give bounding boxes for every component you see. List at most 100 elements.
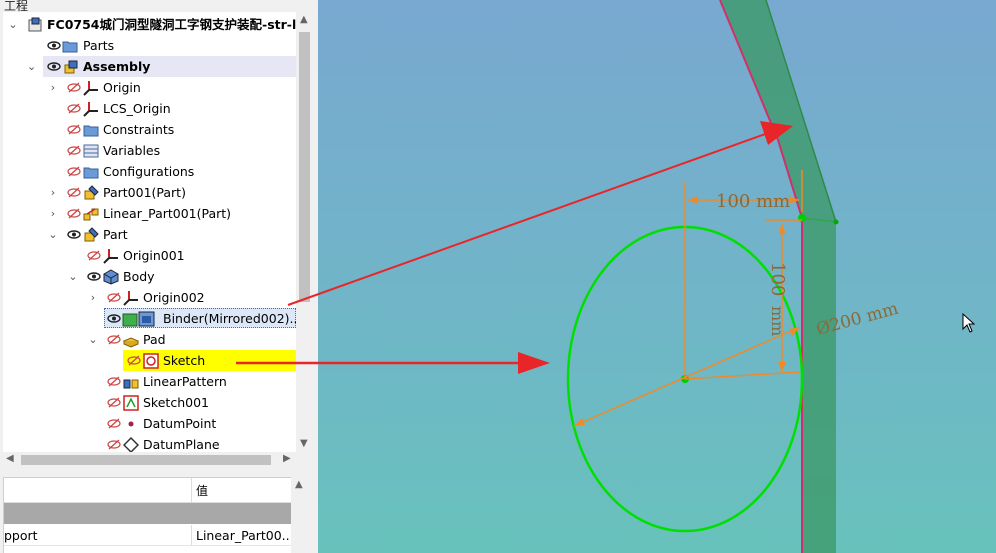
tree-item-label: Part001(Part) (103, 185, 186, 200)
chevron-right-icon[interactable]: › (47, 182, 59, 203)
datum-point-icon (128, 421, 134, 427)
tree-item-label: DatumPlane (143, 437, 220, 452)
eye-hidden-icon[interactable] (67, 207, 81, 220)
tree-item-pad[interactable]: ⌄ Pad (3, 329, 296, 350)
chevron-down-icon[interactable]: ⌄ (27, 56, 36, 77)
datum-plane-icon (123, 437, 139, 452)
eye-icon[interactable] (47, 60, 61, 73)
scroll-up-icon[interactable]: ▲ (295, 479, 303, 490)
tree-item-label: Parts (83, 38, 115, 53)
eye-hidden-icon[interactable] (67, 165, 81, 178)
tree-item-variables[interactable]: Variables (3, 140, 296, 161)
tree-item-linear-part001[interactable]: › Linear_Part001(Part) (3, 203, 296, 224)
tree-item-origin001[interactable]: Origin001 (3, 245, 296, 266)
reference-point (798, 214, 806, 222)
folder-icon (83, 125, 99, 137)
chevron-down-icon[interactable]: ⌄ (67, 266, 79, 287)
eye-hidden-icon[interactable] (107, 333, 121, 346)
eye-icon[interactable] (67, 228, 81, 241)
tree-root[interactable]: ⌄ FC0754城门洞型隧洞工字钢支护装配-str-link (3, 14, 296, 35)
dimension-arrowheads (574, 196, 800, 426)
scene: 100 mm 100 mm Ø200 mm (566, 0, 900, 553)
property-group-row[interactable] (4, 503, 292, 524)
eye-hidden-icon[interactable] (67, 123, 81, 136)
scrollbar-thumb[interactable] (21, 455, 271, 465)
dimension-vertical-unit[interactable]: mm (768, 306, 787, 336)
tree-item-sketch[interactable]: Sketch (3, 350, 296, 371)
chevron-right-icon[interactable]: › (87, 287, 99, 308)
eye-hidden-icon[interactable] (127, 354, 141, 367)
3d-viewport[interactable]: 100 mm 100 mm Ø200 mm (318, 0, 996, 553)
tree-item-sketch001[interactable]: Sketch001 (3, 392, 296, 413)
eye-icon[interactable] (87, 270, 101, 283)
part-icon (84, 227, 99, 242)
model-tree[interactable]: ⌄ FC0754城门洞型隧洞工字钢支护装配-str-link Parts Ass… (3, 12, 296, 452)
origin-axes-icon (103, 249, 118, 264)
chevron-down-icon[interactable]: ⌄ (87, 329, 99, 350)
property-row[interactable]: pport Linear_Part00... (4, 525, 292, 546)
tree-item-parts[interactable]: Parts (3, 35, 296, 56)
eye-hidden-icon[interactable] (107, 375, 121, 388)
tree-item-part001[interactable]: › Part001(Part) (3, 182, 296, 203)
dimension-vertical-value[interactable]: 100 (767, 262, 788, 296)
tree-item-label: DatumPoint (143, 416, 217, 431)
eye-icon[interactable] (47, 39, 61, 52)
eye-hidden-icon[interactable] (67, 186, 81, 199)
tree-item-datumpoint[interactable]: DatumPoint (3, 413, 296, 434)
tree-item-label: Pad (143, 332, 166, 347)
chevron-right-icon[interactable]: › (47, 203, 59, 224)
scroll-left-icon[interactable]: ◀ (6, 453, 14, 464)
tree-item-constraints[interactable]: Constraints (3, 119, 296, 140)
dimension-horizontal[interactable]: 100 mm (716, 191, 790, 212)
tree-item-label: Origin002 (143, 290, 205, 305)
folder-icon (83, 167, 99, 179)
property-key: pport (4, 528, 38, 543)
chevron-down-icon[interactable]: ⌄ (7, 14, 19, 35)
chevron-right-icon[interactable]: › (47, 77, 59, 98)
sketch-icon (123, 395, 139, 411)
tree-item-lcs-origin[interactable]: LCS_Origin (3, 98, 296, 119)
tree-item-datumplane[interactable]: DatumPlane (3, 434, 296, 452)
eye-hidden-icon[interactable] (87, 249, 101, 262)
value-column-header: 值 (196, 484, 209, 498)
corner-point (833, 219, 839, 225)
origin-axes-icon (123, 291, 138, 306)
tree-item-configurations[interactable]: Configurations (3, 161, 296, 182)
tree-item-assembly[interactable]: Assembly (43, 56, 296, 77)
tree-item-label: Origin001 (123, 248, 185, 263)
scroll-up-icon[interactable]: ▲ (300, 14, 308, 25)
eye-hidden-icon[interactable] (107, 438, 121, 451)
sketch-icon (143, 353, 159, 369)
eye-hidden-icon[interactable] (67, 144, 81, 157)
property-value[interactable]: Linear_Part00... (196, 528, 292, 543)
scrollbar-thumb[interactable] (299, 32, 310, 302)
eye-hidden-icon[interactable] (107, 396, 121, 409)
assembly-icon (64, 60, 78, 74)
eye-hidden-icon[interactable] (67, 102, 81, 115)
tree-item-origin[interactable]: › Origin (3, 77, 296, 98)
mouse-cursor-icon (962, 313, 976, 333)
eye-hidden-icon[interactable] (67, 81, 81, 94)
binder-icon (122, 311, 155, 327)
eye-hidden-icon[interactable] (107, 417, 121, 430)
eye-icon[interactable] (107, 312, 121, 325)
eye-hidden-icon[interactable] (107, 291, 121, 304)
tree-item-label: LinearPattern (143, 374, 227, 389)
scroll-right-icon[interactable]: ▶ (283, 453, 291, 464)
tree-item-label: Body (123, 269, 155, 284)
tree-horizontal-scrollbar[interactable]: ◀ ▶ (3, 452, 296, 468)
property-scrollbar[interactable]: ▲ (291, 477, 308, 553)
chevron-down-icon[interactable]: ⌄ (47, 224, 59, 245)
linear-pattern-icon (83, 208, 99, 221)
property-header: 值 (4, 478, 292, 503)
tree-vertical-scrollbar[interactable]: ▲ ▼ (296, 12, 313, 452)
origin-axes-icon (83, 81, 98, 96)
linear-pattern-icon (123, 379, 139, 389)
tree-item-part[interactable]: ⌄ Part (3, 224, 296, 245)
tree-item-linearpattern[interactable]: LinearPattern (3, 371, 296, 392)
tree-item-origin002[interactable]: › Origin002 (3, 287, 296, 308)
variables-icon (83, 144, 99, 158)
tree-item-binder[interactable]: Binder(Mirrored002)... (3, 308, 296, 329)
scroll-down-icon[interactable]: ▼ (300, 438, 308, 449)
tree-item-body[interactable]: ⌄ Body (3, 266, 296, 287)
